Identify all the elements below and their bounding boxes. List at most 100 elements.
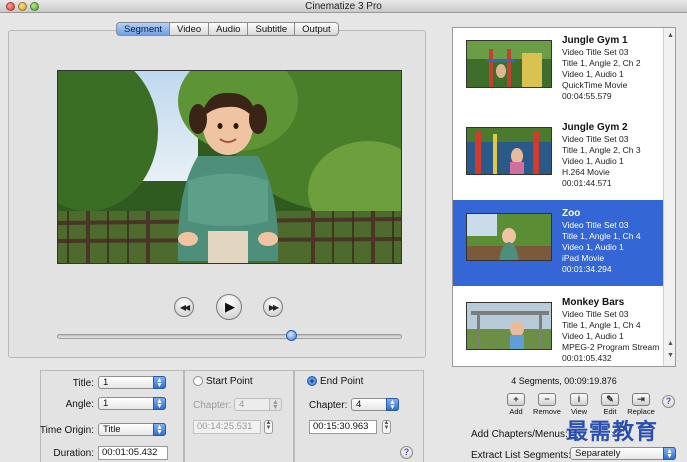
segment-detail: MPEG-2 Program Stream <box>562 342 660 352</box>
video-preview <box>57 70 402 264</box>
end-chapter-select[interactable]: 4 ▲ ▼ <box>351 398 399 411</box>
start-time-field[interactable]: 00:14:25.531 <box>193 420 261 434</box>
info-icon: i <box>570 393 588 406</box>
duration-field[interactable]: 00:01:05.432 <box>98 446 168 460</box>
scroll-up-icon[interactable]: ▲ <box>666 340 675 347</box>
segment-detail: Video 1, Audio 1 <box>562 69 624 79</box>
help-button[interactable]: ? <box>400 446 413 459</box>
select-arrows-icon: ▲ ▼ <box>153 423 166 436</box>
select-arrows-icon: ▲ ▼ <box>153 376 166 389</box>
segment-detail: Title 1, Angle 1, Ch 4 <box>562 231 641 241</box>
segment-list: Jungle Gym 1 Video Title Set 03 Title 1,… <box>452 27 676 367</box>
segment-detail: Video Title Set 03 <box>562 47 629 57</box>
segment-summary: 4 Segments, 00:09:19.876 <box>511 376 617 386</box>
list-item[interactable]: Jungle Gym 1 Video Title Set 03 Title 1,… <box>453 28 663 114</box>
play-icon: ▶ <box>225 299 235 314</box>
start-point-label: Start Point <box>206 376 253 387</box>
plus-icon: + <box>507 393 525 406</box>
window-title: Cinematize 3 Pro <box>305 1 382 12</box>
playback-scrubber[interactable] <box>57 334 402 339</box>
list-item[interactable]: Jungle Gym 2 Video Title Set 03 Title 1,… <box>453 115 663 201</box>
list-item-selected[interactable]: Zoo Video Title Set 03 Title 1, Angle 1,… <box>453 200 663 286</box>
next-button[interactable]: ▶▶ <box>263 297 283 317</box>
end-time-field[interactable]: 00:15:30.963 <box>309 420 377 434</box>
start-point-radio[interactable] <box>193 376 203 386</box>
segment-detail: H.264 Movie <box>562 167 610 177</box>
list-scrollbar[interactable]: ▲ ▲ ▼ <box>663 28 675 366</box>
tab-video[interactable]: Video <box>170 22 210 36</box>
start-chapter-value: 4 <box>239 399 245 410</box>
extract-segments-value: Separately <box>575 448 621 459</box>
skip-back-icon: ◀◀ <box>179 302 190 312</box>
segment-name: Zoo <box>562 208 581 219</box>
edit-icon: ✎ <box>601 393 619 406</box>
add-chapters-label: Add Chapters/Menus: <box>471 429 568 440</box>
add-button[interactable]: + Add <box>502 393 530 417</box>
select-arrows-icon: ▲ ▼ <box>386 398 399 411</box>
watermark-logo: 最需教育 <box>566 419 659 445</box>
segment-thumbnail <box>466 127 552 175</box>
segment-name: Jungle Gym 1 <box>562 35 628 46</box>
segment-detail: 00:01:44.571 <box>562 178 612 188</box>
segment-thumbnail <box>466 213 552 261</box>
tab-bar: Segment Video Audio Subtitle Output <box>116 22 339 36</box>
end-point-label: End Point <box>320 376 364 387</box>
video-frame-image <box>58 71 401 263</box>
skip-forward-icon: ▶▶ <box>268 302 279 312</box>
segment-detail: 00:01:05.432 <box>562 353 612 363</box>
end-point-radio[interactable] <box>307 376 317 386</box>
angle-select[interactable]: 1 ▲ ▼ <box>98 397 166 410</box>
list-help-button[interactable]: ? <box>662 395 675 408</box>
play-button[interactable]: ▶ <box>216 294 242 320</box>
segment-name: Jungle Gym 2 <box>562 122 628 133</box>
tab-output[interactable]: Output <box>295 22 339 36</box>
segment-detail: QuickTime Movie <box>562 80 628 90</box>
remove-button[interactable]: − Remove <box>533 393 561 417</box>
jungle-gym-2-thumbnail-image <box>467 128 551 174</box>
segment-thumbnail <box>466 40 552 88</box>
start-chapter-label: Chapter: <box>193 400 232 411</box>
segment-name: Monkey Bars <box>562 297 625 308</box>
segment-detail: 00:01:34.294 <box>562 264 612 274</box>
title-bar: Cinematize 3 Pro <box>0 0 687 13</box>
title-select[interactable]: 1 ▲ ▼ <box>98 376 166 389</box>
time-origin-label: Time Origin: <box>39 425 94 436</box>
angle-label: Angle: <box>65 399 94 410</box>
previous-button[interactable]: ◀◀ <box>174 297 194 317</box>
tab-segment[interactable]: Segment <box>116 22 171 36</box>
tab-subtitle[interactable]: Subtitle <box>248 22 296 36</box>
segment-detail: iPad Movie <box>562 253 605 263</box>
segment-detail: Video Title Set 03 <box>562 134 629 144</box>
segment-thumbnail <box>466 302 552 350</box>
extract-segments-select[interactable]: Separately ▲ ▼ <box>570 447 676 460</box>
segment-detail: Title 1, Angle 2, Ch 3 <box>562 145 641 155</box>
replace-icon: ⇥ <box>632 393 650 406</box>
title-label: Title: <box>72 378 94 389</box>
segment-detail: Title 1, Angle 1, Ch 4 <box>562 320 641 330</box>
segment-detail: 00:04:55.579 <box>562 91 612 101</box>
segment-detail: Title 1, Angle 2, Ch 2 <box>562 58 641 68</box>
title-select-value: 1 <box>103 377 109 388</box>
end-time-stepper[interactable]: ▲ ▼ <box>382 420 391 434</box>
duration-label: Duration: <box>53 448 94 459</box>
extract-segments-label: Extract List Segments: <box>471 450 572 461</box>
time-origin-select[interactable]: Title ▲ ▼ <box>98 423 166 436</box>
segment-detail: Video 1, Audio 1 <box>562 156 624 166</box>
segment-detail: Video 1, Audio 1 <box>562 331 624 341</box>
end-chapter-label: Chapter: <box>309 400 348 411</box>
app-window: Cinematize 3 Pro Segment Video Audio Sub… <box>0 0 687 462</box>
tab-audio[interactable]: Audio <box>209 22 249 36</box>
select-arrows-icon: ▲ ▼ <box>153 397 166 410</box>
remove-button-label: Remove <box>533 407 561 416</box>
scroll-down-icon[interactable]: ▼ <box>666 352 675 359</box>
zoo-thumbnail-image <box>467 214 551 260</box>
select-arrows-icon: ▲ ▼ <box>663 447 676 460</box>
monkey-bars-thumbnail-image <box>467 303 551 349</box>
start-chapter-select[interactable]: 4 ▲ ▼ <box>234 398 282 411</box>
start-time-stepper[interactable]: ▲ ▼ <box>264 420 273 434</box>
select-arrows-icon: ▲ ▼ <box>269 398 282 411</box>
segment-detail: Video Title Set 03 <box>562 309 629 319</box>
help-icon: ? <box>665 396 672 406</box>
list-item[interactable]: Monkey Bars Video Title Set 03 Title 1, … <box>453 290 663 366</box>
scroll-up-icon[interactable]: ▲ <box>666 32 675 39</box>
